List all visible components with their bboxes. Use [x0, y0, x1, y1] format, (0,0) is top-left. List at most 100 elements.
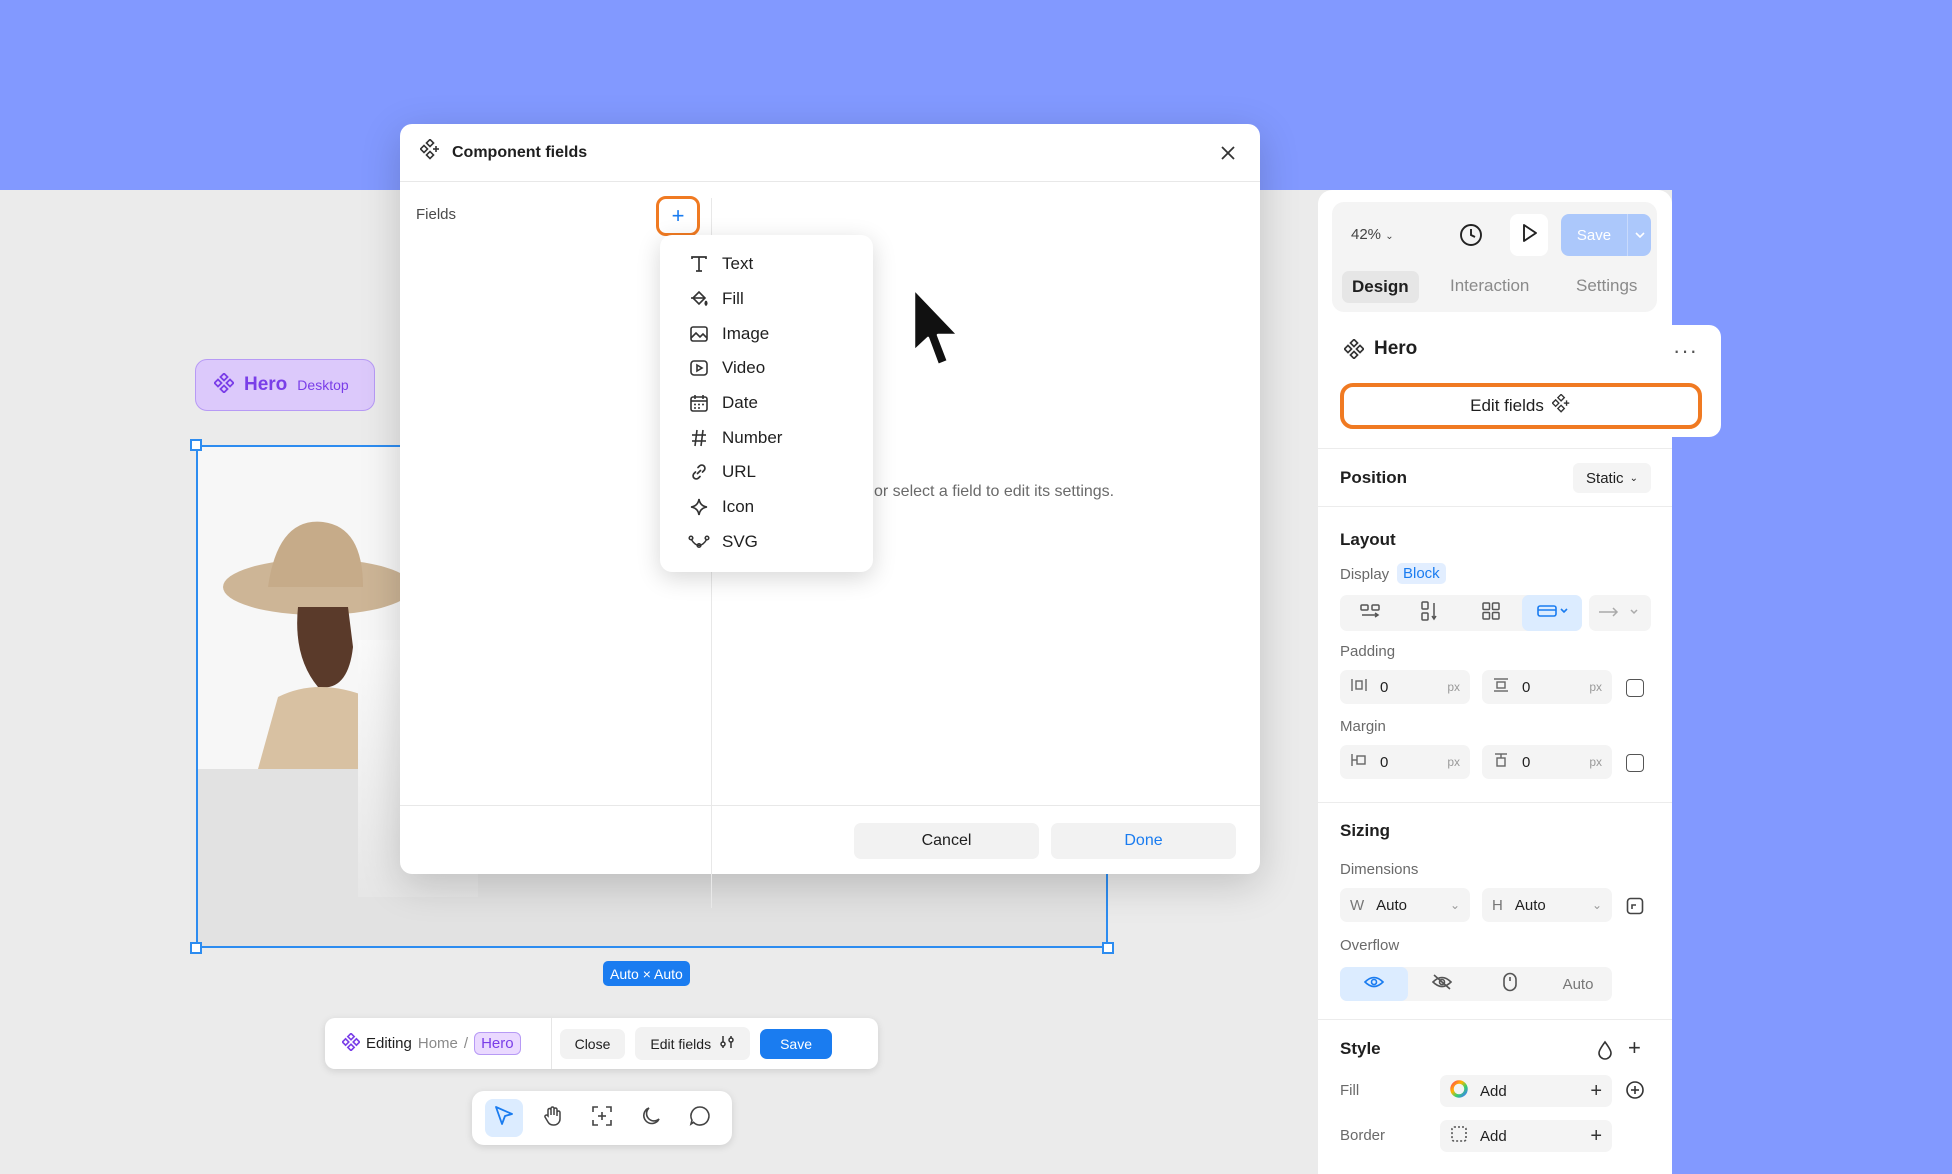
add-field-button[interactable]: +: [656, 196, 700, 236]
add-frame-icon: [590, 1104, 614, 1133]
edit-fields-label: Edit fields: [650, 1035, 712, 1052]
position-select[interactable]: Static ⌄: [1573, 463, 1651, 493]
display-value-badge: Block: [1397, 563, 1446, 584]
padding-individual-icon[interactable]: [1626, 679, 1644, 697]
overflow-visible[interactable]: [1340, 967, 1408, 1001]
margin-horizontal-input[interactable]: 0 px: [1340, 745, 1470, 779]
menu-item-text[interactable]: Text: [660, 247, 873, 282]
overflow-scroll[interactable]: [1476, 967, 1544, 1001]
menu-item-url[interactable]: URL: [660, 455, 873, 490]
resize-handle-bl[interactable]: [190, 942, 202, 954]
edit-fields-button[interactable]: Edit fields: [1340, 383, 1702, 429]
preview-button[interactable]: [1510, 214, 1548, 256]
overflow-auto[interactable]: Auto: [1544, 967, 1612, 1001]
close-icon[interactable]: [1216, 141, 1240, 165]
tab-interaction[interactable]: Interaction: [1450, 276, 1529, 296]
drop-icon[interactable]: [1597, 1040, 1613, 1065]
divider: [1318, 802, 1672, 803]
fill-add-field[interactable]: Add +: [1440, 1075, 1612, 1107]
close-editing-button[interactable]: Close: [559, 1028, 626, 1059]
save-button[interactable]: Save: [1561, 214, 1651, 256]
border-add-field[interactable]: Add +: [1440, 1120, 1612, 1152]
editing-label: Editing: [366, 1035, 412, 1052]
menu-item-label: Number: [722, 427, 783, 447]
menu-item-video[interactable]: Video: [660, 351, 873, 386]
theme-tool[interactable]: [632, 1099, 670, 1137]
play-icon: [1518, 222, 1540, 249]
resize-handle-br[interactable]: [1102, 942, 1114, 954]
breadcrumb-current[interactable]: Hero: [474, 1032, 521, 1055]
frame-tool[interactable]: [583, 1099, 621, 1137]
cancel-button[interactable]: Cancel: [854, 823, 1039, 859]
display-stack-horizontal[interactable]: [1340, 595, 1400, 631]
menu-item-number[interactable]: Number: [660, 420, 873, 455]
margin-vertical-icon: [1492, 752, 1510, 772]
margin-horizontal-icon: [1350, 752, 1368, 772]
display-stack-vertical[interactable]: [1400, 595, 1460, 631]
border-label: Border: [1340, 1127, 1386, 1144]
fill-bucket-icon: [688, 288, 710, 310]
hash-icon: [688, 427, 710, 449]
sizing-title: Sizing: [1340, 821, 1391, 840]
height-select[interactable]: H Auto ⌄: [1482, 888, 1612, 922]
margin-individual-icon[interactable]: [1626, 754, 1644, 772]
zoom-value: 42%: [1351, 226, 1382, 243]
select-tool[interactable]: [485, 1099, 524, 1137]
unit-label: px: [1447, 755, 1460, 769]
moon-icon: [639, 1104, 663, 1133]
dialog-footer-divider: [400, 805, 1260, 806]
component-label-pill[interactable]: Hero Desktop: [195, 359, 375, 411]
margin-vertical-value: 0: [1522, 753, 1531, 771]
direction-select[interactable]: [1589, 595, 1651, 631]
divider: [1318, 448, 1672, 449]
add-circle-icon[interactable]: [1625, 1080, 1645, 1105]
overflow-label: Overflow: [1340, 937, 1400, 954]
chevron-down-icon[interactable]: [1628, 231, 1651, 239]
dialog-header: Component fields: [400, 124, 1260, 182]
menu-item-label: Date: [722, 393, 758, 413]
breadcrumb-home[interactable]: Home: [418, 1035, 458, 1052]
divider: [550, 1018, 552, 1069]
padding-horizontal-input[interactable]: 0 px: [1340, 670, 1470, 704]
display-grid[interactable]: [1461, 595, 1521, 631]
hand-tool[interactable]: [534, 1099, 572, 1137]
menu-item-date[interactable]: Date: [660, 386, 873, 421]
sparkle-icon: [688, 496, 710, 518]
plus-icon: +: [671, 203, 685, 228]
component-plus-icon: [419, 138, 442, 166]
divider: [1318, 506, 1672, 507]
chevron-down-icon: ⌄: [1591, 898, 1602, 912]
margin-vertical-input[interactable]: 0 px: [1482, 745, 1612, 779]
mouse-icon: [1502, 972, 1518, 997]
pointer-icon: [492, 1104, 516, 1133]
zoom-select[interactable]: 42% ⌄: [1351, 226, 1394, 243]
comment-icon: [688, 1104, 712, 1133]
fill-add-label: Add: [1480, 1082, 1507, 1100]
display-block[interactable]: [1522, 595, 1582, 631]
border-icon: [1450, 1125, 1468, 1147]
add-style-icon[interactable]: +: [1628, 1035, 1641, 1061]
padding-vertical-input[interactable]: 0 px: [1482, 670, 1612, 704]
done-button[interactable]: Done: [1051, 823, 1236, 859]
dialog-title: Component fields: [452, 143, 588, 161]
resize-handle-tl[interactable]: [190, 439, 202, 451]
menu-item-label: URL: [722, 462, 757, 482]
width-select[interactable]: W Auto ⌄: [1340, 888, 1470, 922]
menu-item-svg[interactable]: SVG: [660, 525, 873, 560]
eye-off-icon: [1431, 973, 1453, 996]
save-editing-button[interactable]: Save: [760, 1028, 832, 1059]
padding-horizontal-value: 0: [1380, 678, 1389, 696]
aspect-ratio-icon[interactable]: [1626, 897, 1644, 920]
comment-tool[interactable]: [681, 1099, 719, 1137]
edit-fields-bar-button[interactable]: Edit fields: [635, 1027, 751, 1060]
margin-label: Margin: [1340, 718, 1386, 735]
menu-item-icon[interactable]: Icon: [660, 490, 873, 525]
tab-design[interactable]: Design: [1342, 271, 1419, 303]
more-icon[interactable]: ···: [1673, 338, 1698, 364]
tab-settings[interactable]: Settings: [1576, 276, 1637, 296]
history-icon[interactable]: [1458, 222, 1484, 253]
video-icon: [688, 357, 710, 379]
menu-item-fill[interactable]: Fill: [660, 282, 873, 317]
menu-item-image[interactable]: Image: [660, 316, 873, 351]
overflow-hidden[interactable]: [1408, 967, 1476, 1001]
